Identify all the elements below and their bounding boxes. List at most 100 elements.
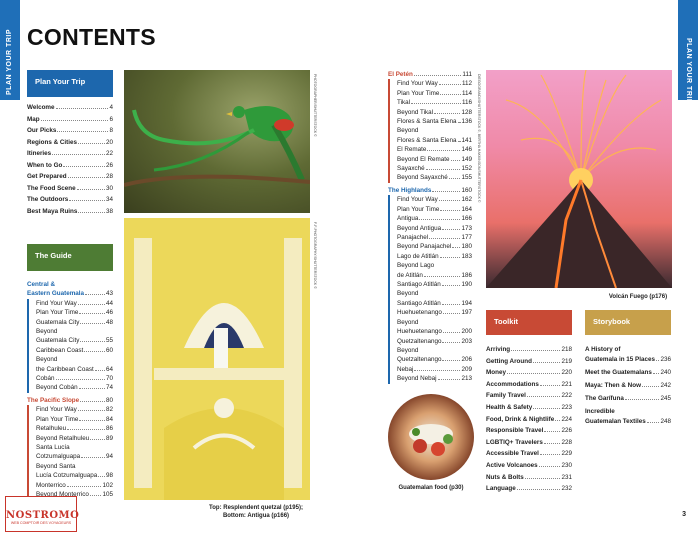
toc-row[interactable]: Beyond Tikal 128 bbox=[397, 108, 472, 117]
toc-row[interactable]: Beyond Panajachel 180 bbox=[397, 242, 472, 251]
toc-row[interactable]: Beyond Antigua 173 bbox=[397, 224, 472, 233]
toc-row[interactable]: Guatemala City 48 bbox=[36, 318, 113, 327]
toc-row[interactable]: Nebaj 209 bbox=[397, 365, 472, 374]
toc-row[interactable]: Flores & Santa Elena 136 bbox=[397, 117, 472, 126]
toc-row[interactable]: The Outdoors 34 bbox=[27, 194, 113, 206]
toc-row[interactable]: Tikal 116 bbox=[397, 98, 472, 107]
toc-row[interactable]: Quetzaltenango 203 bbox=[397, 337, 472, 346]
toc-row[interactable]: Plan Your Time 114 bbox=[397, 89, 472, 98]
toc-row[interactable]: Itineries 22 bbox=[27, 148, 113, 160]
toc-row[interactable]: The Garífuna 245 bbox=[585, 394, 671, 404]
photo-credit: PHOTOGRAPHER/SHUTTERSTOCK © bbox=[313, 74, 317, 137]
toc-row[interactable]: Beyond Lago bbox=[397, 261, 472, 270]
toc-row[interactable]: Huehuetenango 197 bbox=[397, 308, 472, 317]
food-photo bbox=[388, 394, 474, 480]
section-title[interactable]: Eastern Guatemala 43 bbox=[27, 289, 113, 298]
toc-row[interactable]: Food, Drink & Nightlife 224 bbox=[486, 414, 572, 426]
food-illustration bbox=[409, 424, 453, 456]
toc-row[interactable]: Beyond Nebaj 213 bbox=[397, 374, 472, 383]
quetzal-illustration bbox=[124, 106, 310, 187]
toc-row[interactable]: Caribbean Coast 60 bbox=[36, 346, 113, 355]
toc-row[interactable]: Beyond Cobán 74 bbox=[36, 383, 113, 392]
toc-row[interactable]: Sayaxché 152 bbox=[397, 164, 472, 173]
toc-row[interactable]: Quetzaltenango 206 bbox=[397, 355, 472, 364]
toc-row[interactable]: Beyond Retalhuleu 89 bbox=[36, 434, 113, 443]
toolkit-list: Arriving 218 Getting Around 219 Money 220 A… bbox=[486, 344, 572, 495]
toc-row[interactable]: Flores & Santa Elena 141 bbox=[397, 136, 472, 145]
toc-row[interactable]: Beyond bbox=[36, 327, 113, 336]
toc-row[interactable]: Find Your Way 112 bbox=[397, 79, 472, 88]
toc-row[interactable]: Find Your Way 44 bbox=[36, 299, 113, 308]
toc-row[interactable]: Huehuetenango 200 bbox=[397, 327, 472, 336]
toc-row[interactable]: Getting Around 219 bbox=[486, 356, 572, 368]
side-tab-label: PLAN YOUR TRIP bbox=[6, 29, 13, 95]
toc-row[interactable]: Regions & Cities 20 bbox=[27, 137, 113, 149]
toc-row[interactable]: Lago de Atitlán 183 bbox=[397, 252, 472, 261]
toc-row[interactable]: Cotzumalguapa 94 bbox=[36, 452, 113, 461]
toc-row[interactable]: Retalhuleu 86 bbox=[36, 424, 113, 433]
photo-credit: F-F-PHOTOGRAPHY/SHUTTERSTOCK © bbox=[313, 222, 317, 289]
toc-row[interactable]: Plan Your Time 164 bbox=[397, 205, 472, 214]
page-title: CONTENTS bbox=[27, 24, 156, 50]
photo-credit: DIEGOGRANDI/SHUTTERSTOCK ©, BERTHA HAKKI… bbox=[477, 74, 481, 203]
toc-row[interactable]: Accessible Travel 229 bbox=[486, 448, 572, 460]
section-title[interactable]: The Pacific Slope 80 bbox=[27, 396, 113, 405]
side-tab-left: PLAN YOUR TRIP bbox=[0, 0, 20, 100]
toc-row[interactable]: Responsible Travel 226 bbox=[486, 425, 572, 437]
toc-row[interactable]: Santiago Atitlán 194 bbox=[397, 299, 472, 308]
toc-row[interactable]: Santiago Atitlán 190 bbox=[397, 280, 472, 289]
toc-row[interactable]: Beyond bbox=[36, 355, 113, 364]
toc-row[interactable]: Our Picks 8 bbox=[27, 125, 113, 137]
toc-row[interactable]: When to Go 26 bbox=[27, 160, 113, 172]
toc-row[interactable]: Santa Lucía bbox=[36, 443, 113, 452]
toc-row[interactable]: Beyond Santa bbox=[36, 462, 113, 471]
toc-row[interactable]: Find Your Way 162 bbox=[397, 195, 472, 204]
toc-row[interactable]: Best Maya Ruins 38 bbox=[27, 206, 113, 218]
toc-row[interactable]: Plan Your Time 46 bbox=[36, 308, 113, 317]
toc-row[interactable]: Get Prepared 28 bbox=[27, 171, 113, 183]
section-items: Find Your Way 82 Plan Your Time 84 Retalhu… bbox=[27, 405, 113, 500]
toc-row[interactable]: Antigua 166 bbox=[397, 214, 472, 223]
toc-row[interactable]: Welcome 4 bbox=[27, 102, 113, 114]
section-pacific-slope: The Pacific Slope 80 Find Your Way 82 Plan… bbox=[27, 396, 113, 500]
toc-row[interactable]: Nuts & Bolts 231 bbox=[486, 472, 572, 484]
toc-row[interactable]: Arriving 218 bbox=[486, 344, 572, 356]
toc-row[interactable]: de Atitlán 186 bbox=[397, 271, 472, 280]
toc-row[interactable]: Find Your Way 82 bbox=[36, 405, 113, 414]
section-title[interactable]: The Highlands 160 bbox=[388, 186, 472, 195]
volcano-photo bbox=[486, 70, 672, 288]
toc-row[interactable]: Meet the Guatemalans 240 bbox=[585, 368, 671, 378]
section-title-line[interactable]: Central & bbox=[27, 280, 113, 289]
plan-your-trip-list: Welcome 4 Map 6 Our Picks 8 Regions & Citie… bbox=[27, 102, 113, 217]
toc-row[interactable]: Incredible Guatemalan Textiles 248 bbox=[585, 407, 671, 427]
toc-row[interactable]: Maya: Then & Now 242 bbox=[585, 381, 671, 391]
toc-row[interactable]: the Caribbean Coast 64 bbox=[36, 365, 113, 374]
toc-row[interactable]: Active Volcanoes 230 bbox=[486, 460, 572, 472]
toc-row[interactable]: Beyond bbox=[397, 318, 472, 327]
toc-row[interactable]: Map 6 bbox=[27, 114, 113, 126]
section-title[interactable]: El Petén 111 bbox=[388, 70, 472, 79]
toc-row[interactable]: Cobán 70 bbox=[36, 374, 113, 383]
toc-row[interactable]: Language 232 bbox=[486, 483, 572, 495]
toc-row[interactable]: Money 220 bbox=[486, 367, 572, 379]
toc-row[interactable]: Monterrico 102 bbox=[36, 481, 113, 490]
toc-row[interactable]: Beyond bbox=[397, 126, 472, 135]
toolkit-header: Toolkit bbox=[486, 310, 572, 335]
toc-row[interactable]: Beyond bbox=[397, 346, 472, 355]
toc-row[interactable]: A History of Guatemala in 15 Places 236 bbox=[585, 345, 671, 365]
toc-row[interactable]: LGBTIQ+ Travelers 228 bbox=[486, 437, 572, 449]
toc-row[interactable]: Panajachel 177 bbox=[397, 233, 472, 242]
toc-row[interactable]: Family Travel 222 bbox=[486, 390, 572, 402]
toc-row[interactable]: Accommodations 221 bbox=[486, 379, 572, 391]
photo-caption: Top: Resplendent quetzal (p195); Bottom:… bbox=[209, 505, 303, 519]
toc-row[interactable]: El Remate 146 bbox=[397, 145, 472, 154]
toc-row[interactable]: Guatemala City 55 bbox=[36, 336, 113, 345]
toc-row[interactable]: Lucía Cotzumalguapa 98 bbox=[36, 471, 113, 480]
toc-row[interactable]: Plan Your Time 84 bbox=[36, 415, 113, 424]
toc-row[interactable]: Beyond El Remate 149 bbox=[397, 155, 472, 164]
toc-row[interactable]: Health & Safety 223 bbox=[486, 402, 572, 414]
section-items: Find Your Way 162 Plan Your Time 164 Antig… bbox=[388, 195, 472, 384]
toc-row[interactable]: Beyond bbox=[397, 289, 472, 298]
toc-row[interactable]: Beyond Sayaxché 155 bbox=[397, 173, 472, 182]
toc-row[interactable]: The Food Scene 30 bbox=[27, 183, 113, 195]
